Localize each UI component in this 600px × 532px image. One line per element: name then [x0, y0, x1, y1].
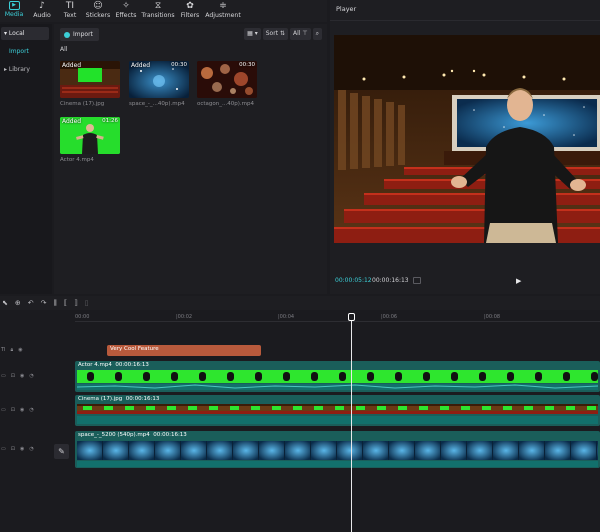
tab-audio[interactable]: ♪ Audio: [28, 0, 56, 22]
sidebar-item-local[interactable]: ▾ Local: [1, 27, 49, 40]
adjustment-icon: ≑: [219, 1, 227, 11]
text-clip[interactable]: Very Cool Feature: [107, 345, 261, 356]
import-icon: [64, 31, 70, 38]
text-icon: TI: [65, 1, 75, 11]
filters-icon: ✿: [186, 1, 194, 11]
cinema-scene: [334, 35, 600, 243]
playhead-line[interactable]: [351, 316, 352, 532]
sort-button[interactable]: Sort ⇅: [262, 28, 289, 40]
video-track-icon: ▭: [1, 446, 6, 452]
eye-icon[interactable]: ◉: [20, 407, 24, 413]
split-right-icon[interactable]: ⟧: [74, 299, 77, 307]
audio-icon: ♪: [39, 1, 45, 11]
current-timecode: 00:00:05:12: [335, 277, 372, 284]
eye-icon[interactable]: ◉: [18, 347, 22, 353]
eye-icon[interactable]: ◉: [20, 373, 24, 379]
import-button[interactable]: Import: [60, 28, 99, 41]
edit-button[interactable]: ✎: [54, 444, 69, 459]
split-left-icon[interactable]: ⟦: [64, 299, 67, 307]
eye-icon[interactable]: ◉: [20, 446, 24, 452]
audio-mute-icon[interactable]: ◔: [29, 407, 33, 413]
play-icon: ▶: [516, 277, 522, 285]
search-icon: ⌕: [315, 30, 319, 37]
sort-icon: ⇅: [279, 30, 286, 37]
effects-icon: ✧: [122, 1, 130, 11]
tab-text[interactable]: TI Text: [56, 0, 84, 22]
split-icon[interactable]: ⫼: [54, 299, 57, 308]
zoom-tool-icon[interactable]: ⊕: [15, 299, 21, 307]
media-item-octagon[interactable]: 00:30: [197, 61, 257, 98]
media-item-space-name: space_-_...40p).mp4: [129, 101, 185, 107]
video-track-icon: ▭: [1, 373, 6, 379]
tab-effects[interactable]: ✧ Effects: [112, 0, 140, 22]
tab-filters[interactable]: ✿ Filters: [176, 0, 204, 22]
lock-icon[interactable]: 🔒︎: [11, 347, 14, 353]
grid-icon: ▦ ▾: [247, 30, 258, 37]
playhead-handle[interactable]: [348, 313, 355, 321]
tab-transitions[interactable]: ⧖ Transitions: [140, 0, 176, 22]
search-button[interactable]: ⌕: [312, 28, 322, 40]
actor-track-header: ▭ ⊡ ◉ ◔: [0, 373, 72, 379]
lock-icon[interactable]: ⊡: [11, 407, 15, 413]
sidebar-item-import[interactable]: Import: [1, 45, 49, 58]
total-timecode: 00:00:16:13: [372, 277, 409, 284]
video-track-icon: ▭: [1, 407, 6, 413]
actor-clip[interactable]: Actor 4.mp4 00:00:16:13: [75, 361, 600, 392]
redo-icon[interactable]: ↷: [41, 299, 47, 307]
timeline: 00:00 |00:02 |00:04 |00:06 |00:08 TI 🔒︎ …: [0, 310, 600, 532]
undo-icon[interactable]: ↶: [28, 299, 34, 307]
media-item-cinema-name: Cinema (17).jpg: [60, 101, 105, 107]
media-item-space[interactable]: Added 00:30: [129, 61, 189, 98]
player-title: Player: [336, 5, 357, 13]
cinema-clip[interactable]: Cinema (17).jpg 00:00:16:13: [75, 395, 600, 426]
audio-mute-icon[interactable]: ◔: [29, 373, 33, 379]
transitions-icon: ⧖: [154, 1, 162, 11]
timeline-ruler[interactable]: 00:00 |00:02 |00:04 |00:06 |00:08: [75, 310, 600, 322]
pencil-icon: ✎: [58, 447, 65, 456]
sidebar-item-library[interactable]: ▸ Library: [1, 63, 49, 76]
audio-mute-icon[interactable]: ◔: [29, 446, 33, 452]
media-sidebar: ▾ Local Import ▸ Library: [0, 24, 52, 294]
tab-adjustment[interactable]: ≑ Adjustment: [204, 0, 242, 22]
grid-view-button[interactable]: ▦ ▾: [244, 28, 261, 40]
space-filmstrip: [77, 441, 598, 467]
player-divider: [330, 20, 600, 21]
filter-icon: ⊤: [302, 30, 308, 37]
text-track-icon: TI: [1, 347, 6, 353]
media-icon: ▶: [8, 1, 20, 10]
media-item-cinema[interactable]: Added: [60, 61, 120, 98]
lock-icon[interactable]: ⊡: [11, 373, 15, 379]
fullscreen-toggle[interactable]: [413, 277, 421, 284]
tab-media[interactable]: ▶ Media: [0, 0, 28, 22]
player-panel: Player 00:00:05:12 00:00:16:13 ▶: [330, 0, 600, 294]
filter-button[interactable]: All ⊤: [290, 28, 311, 40]
media-item-actor-name: Actor 4.mp4: [60, 157, 94, 163]
text-track-header: TI 🔒︎ ◉: [0, 347, 72, 353]
media-panel: Import ▦ ▾ Sort ⇅ All ⊤ ⌕ All Added Cine…: [54, 24, 327, 294]
cinema-filmstrip: [77, 404, 598, 424]
stickers-icon: ☺: [93, 1, 103, 11]
media-item-octagon-name: octagon_...40p).mp4: [197, 101, 254, 107]
media-tools: ▦ ▾ Sort ⇅ All ⊤ ⌕: [244, 28, 322, 40]
top-toolbar: ▶ Media ♪ Audio TI Text ☺ Stickers ✧ Eff…: [0, 0, 327, 22]
media-item-actor[interactable]: Added 01:26: [60, 117, 120, 154]
timeline-toolbar: ⬉ ⊕ ↶ ↷ ⫼ ⟦ ⟧ ▯: [0, 296, 600, 310]
space-clip[interactable]: space_-_5200 (540p).mp4 00:00:16:13: [75, 431, 600, 468]
tab-stickers[interactable]: ☺ Stickers: [84, 0, 112, 22]
all-label: All: [60, 46, 68, 53]
select-tool-icon[interactable]: ⬉: [2, 299, 8, 307]
video-preview[interactable]: [334, 35, 600, 243]
lock-icon[interactable]: ⊡: [11, 446, 15, 452]
actor-filmstrip: [76, 370, 599, 390]
delete-icon[interactable]: ▯: [85, 299, 89, 307]
play-button[interactable]: ▶: [516, 277, 521, 285]
cinema-track-header: ▭ ⊡ ◉ ◔: [0, 407, 72, 413]
